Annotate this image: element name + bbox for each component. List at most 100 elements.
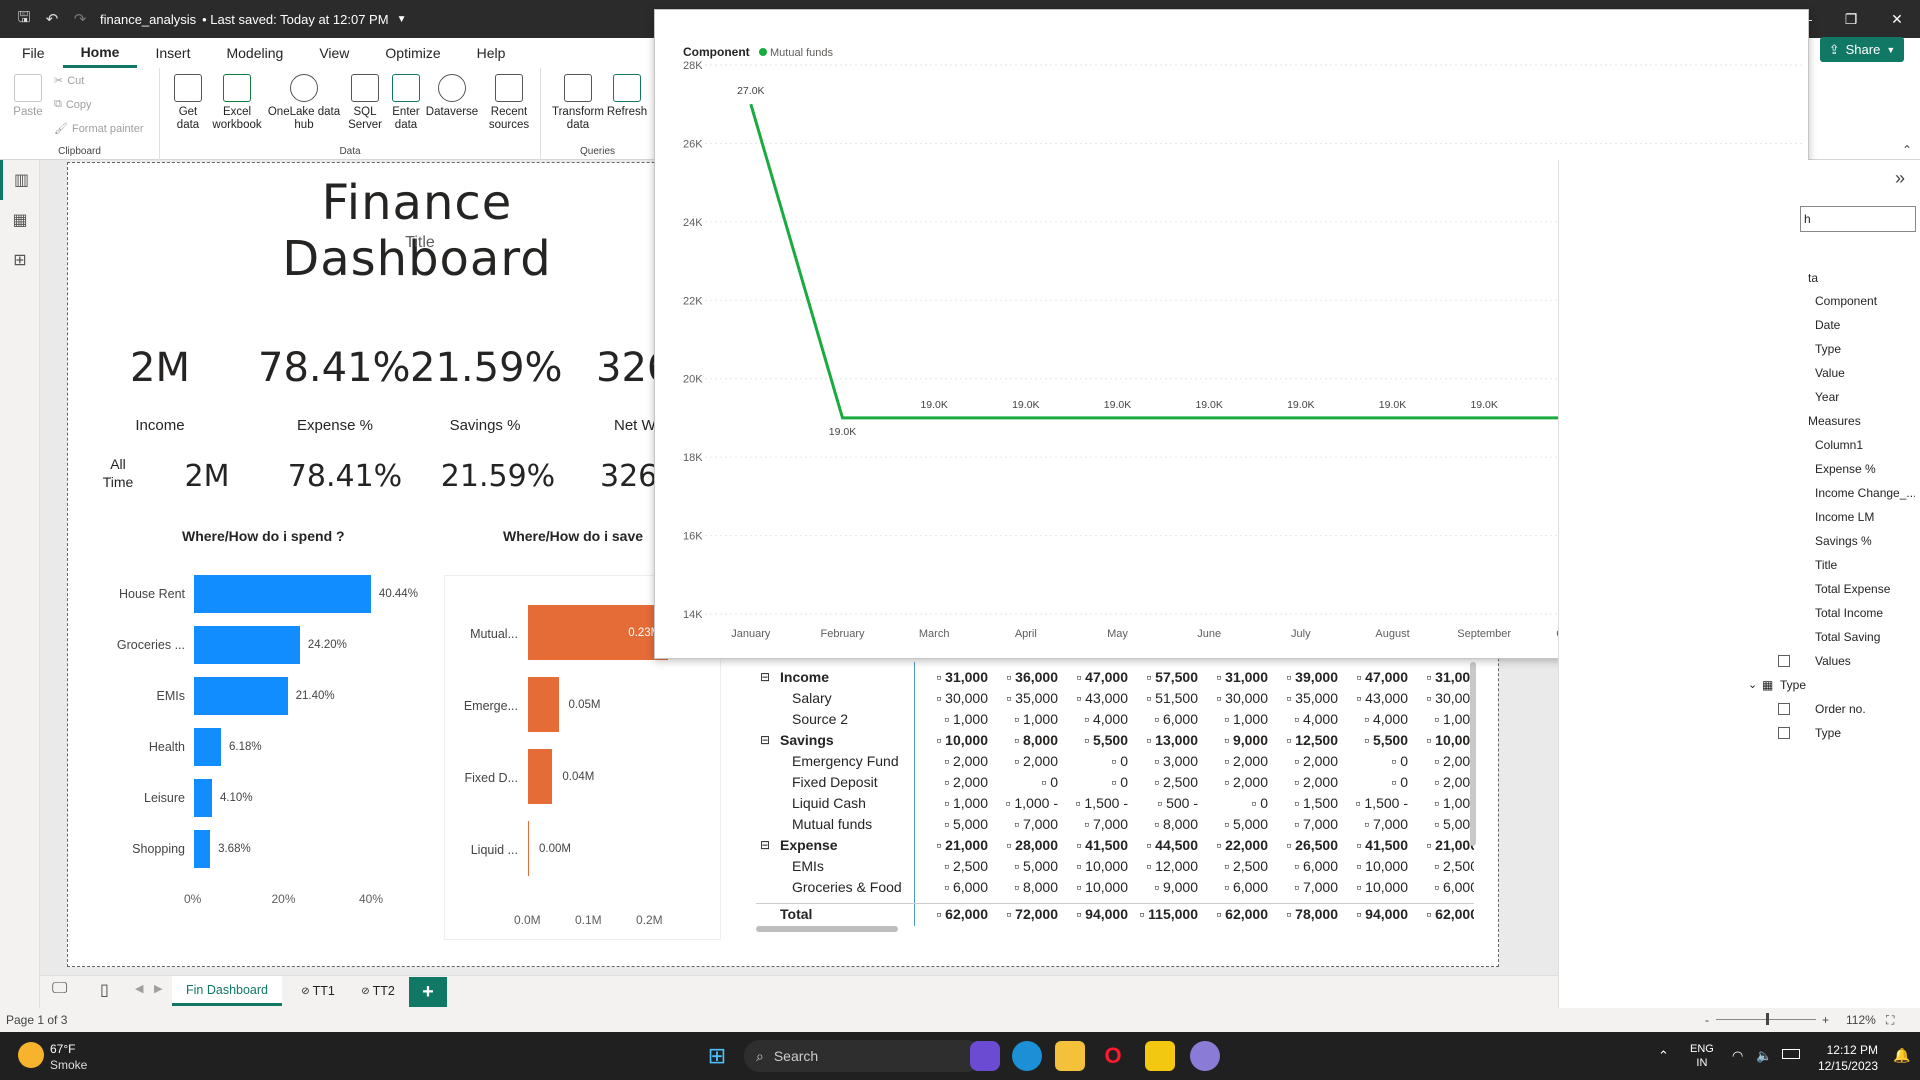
matrix-total-row[interactable]: Total ▫ 62,000 ▫ 72,000 ▫ 94,000 ▫ 115,000 ▫ … [756,903,1474,924]
transform-data-button[interactable]: Transform data [551,74,605,132]
save-bar[interactable] [528,821,529,876]
field-checkbox[interactable] [1778,703,1790,715]
copy-button[interactable]: ⧉ Copy [54,98,92,111]
expand-pane-icon[interactable]: » [1895,168,1905,189]
matrix-row[interactable]: Source 2 ▫ 1,000 ▫ 1,000 ▫ 4,000 ▫ 6,000 ▫ 1,… [756,708,1474,729]
save-bar[interactable] [528,677,559,732]
matrix-row[interactable]: Emergency Fund ▫ 2,000 ▫ 2,000 ▫ 0 ▫ 3,000 ▫ … [756,750,1474,771]
type-table[interactable]: Type [1780,678,1806,692]
matrix-row[interactable]: Mutual funds ▫ 5,000 ▫ 7,000 ▫ 7,000 ▫ 8,000… [756,813,1474,834]
zoom-plus[interactable]: + [1822,1013,1829,1027]
redo-icon[interactable]: ↷ [66,5,94,33]
paste-button[interactable]: Paste [10,74,46,119]
add-page-button[interactable]: + [409,977,447,1007]
onelake-button[interactable]: OneLake data hub [266,74,342,132]
measure-item[interactable]: Total Expense [1815,582,1915,596]
spend-bar[interactable] [194,728,222,766]
app-icon[interactable] [1190,1041,1220,1071]
language-indicator[interactable]: ENG IN [1690,1042,1714,1070]
cut-button[interactable]: ✂ Cut [54,74,84,88]
tab-tt1[interactable]: ⊘ TT1 [288,976,348,1006]
report-view-icon[interactable]: ▥ [0,160,40,200]
chevron-down-icon[interactable]: ⌄ [1748,678,1757,691]
copilot-icon[interactable] [970,1041,1000,1071]
undo-icon[interactable]: ↶ [38,5,66,33]
spend-bar[interactable] [194,626,300,664]
tab-fin-dashboard[interactable]: Fin Dashboard [172,976,282,1006]
menu-optimize[interactable]: Optimize [367,38,458,68]
fit-page-icon[interactable]: ⛶ [1886,1013,1894,1028]
measure-item[interactable]: Total Income [1815,606,1915,620]
edge-icon[interactable] [1012,1041,1042,1071]
measure-item[interactable]: Expense % [1815,462,1915,476]
model-view-icon[interactable]: ⊞ [0,240,40,280]
refresh-button[interactable]: Refresh [605,74,649,119]
matrix-row[interactable]: ⊟ Savings ▫ 10,000 ▫ 8,000 ▫ 5,500 ▫ 13,000 ▫ … [756,729,1474,750]
measure-item[interactable]: Income Change_... [1815,486,1915,500]
taskbar-search[interactable]: ⌕ Search [744,1040,982,1072]
mobile-layout-icon[interactable]: ▯ [100,980,109,1000]
collapse-icon[interactable]: ⊟ [760,670,770,684]
measure-item[interactable]: Column1 [1815,438,1915,452]
fields-table-name[interactable]: ta [1808,271,1818,285]
measure-item[interactable]: Savings % [1815,534,1915,548]
desktop-layout-icon[interactable]: 🖵 [52,980,67,998]
powerbi-icon[interactable] [1145,1041,1175,1071]
share-button[interactable]: ⇪ Share ▼ [1820,37,1904,62]
zoom-minus[interactable]: - [1705,1013,1709,1027]
field-item[interactable]: Date [1815,318,1840,332]
collapse-icon[interactable]: ⊟ [760,733,770,747]
chevron-up-icon[interactable]: ⌃ [1658,1048,1669,1064]
matrix-row[interactable]: Liquid Cash ▫ 1,000 ▫ 1,000 - ▫ 1,500 - ▫ 50… [756,792,1474,813]
volume-icon[interactable]: 🔈 [1756,1048,1772,1064]
zoom-level[interactable]: 112% [1846,1013,1876,1027]
battery-icon[interactable] [1782,1049,1800,1059]
table-view-icon[interactable]: ▦ [0,200,40,240]
dataverse-button[interactable]: Dataverse [424,74,480,119]
format-painter-button[interactable]: 🖌 Format painter [54,122,144,136]
field-checkbox[interactable] [1778,727,1790,739]
field-item[interactable]: Component [1815,294,1877,308]
restore-icon[interactable]: ❐ [1828,0,1874,38]
spend-bar[interactable] [194,779,212,817]
recent-sources-button[interactable]: Recent sources [482,74,536,132]
matrix-row[interactable]: Fixed Deposit ▫ 2,000 ▫ 0 ▫ 0 ▫ 2,500 ▫ 2,000… [756,771,1474,792]
matrix-row[interactable]: Groceries & Food ▫ 6,000 ▫ 8,000 ▫ 10,000 ▫ … [756,876,1474,897]
wifi-icon[interactable]: ◠ [1732,1048,1743,1064]
type-field-item[interactable]: Type [1815,726,1841,740]
matrix-horizontal-scrollbar[interactable] [756,926,898,932]
file-explorer-icon[interactable] [1055,1041,1085,1071]
spend-bar[interactable] [194,575,371,613]
measure-item[interactable]: Total Saving [1815,630,1915,644]
collapse-icon[interactable]: ⊟ [760,838,770,852]
enter-data-button[interactable]: Enter data [386,74,426,132]
spend-bar[interactable] [194,677,288,715]
menu-modeling[interactable]: Modeling [208,38,301,68]
save-icon[interactable]: 🖫 [10,5,38,33]
matrix-row[interactable]: Salary ▫ 30,000 ▫ 35,000 ▫ 43,000 ▫ 51,500 ▫ … [756,687,1474,708]
menu-file[interactable]: File [0,38,63,68]
zoom-slider-thumb[interactable] [1766,1013,1769,1025]
next-page-icon[interactable]: ▶ [154,982,162,995]
notification-icon[interactable]: 🔔 [1893,1047,1910,1064]
sql-server-button[interactable]: SQL Server [344,74,386,132]
collapse-ribbon-icon[interactable]: ⌃ [1902,143,1912,157]
field-item[interactable]: Value [1815,366,1845,380]
matrix-row[interactable]: EMIs ▫ 2,500 ▫ 5,000 ▫ 10,000 ▫ 12,000 ▫ 2,50… [756,855,1474,876]
menu-help[interactable]: Help [459,38,524,68]
weather-icon[interactable] [18,1042,44,1068]
values-checkbox[interactable] [1778,655,1790,667]
matrix-row[interactable]: ⊟ Income ▫ 31,000 ▫ 36,000 ▫ 47,000 ▫ 57,500 ▫… [756,666,1474,687]
matrix-row[interactable]: ⊟ Expense ▫ 21,000 ▫ 28,000 ▫ 41,500 ▫ 44,500… [756,834,1474,855]
fields-search-input[interactable]: h [1800,206,1916,232]
excel-button[interactable]: Excel workbook [212,74,262,132]
measure-item[interactable]: Title [1815,558,1915,572]
prev-page-icon[interactable]: ◀ [135,982,143,995]
matrix-table[interactable]: ⊟ Income ▫ 31,000 ▫ 36,000 ▫ 47,000 ▫ 57,500 ▫… [756,662,1474,926]
get-data-button[interactable]: Get data [168,74,208,132]
values-field[interactable]: Values [1815,654,1851,668]
start-icon[interactable]: ⊞ [702,1041,732,1071]
field-item[interactable]: Year [1815,390,1839,404]
spend-bar[interactable] [194,830,211,868]
menu-home[interactable]: Home [62,38,138,68]
